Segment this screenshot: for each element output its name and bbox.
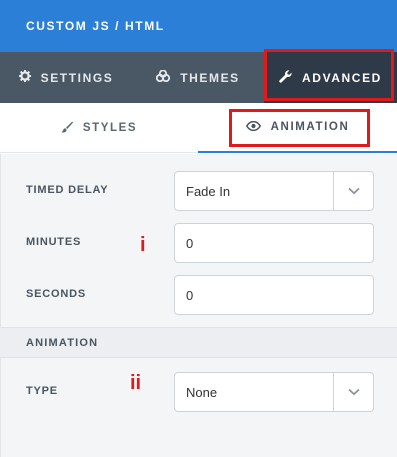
gear-icon	[18, 70, 41, 85]
timed-delay-label: TIMED DELAY	[26, 184, 109, 196]
tab-animation[interactable]: ANIMATION	[198, 103, 397, 153]
main-tab-bar: SETTINGS THEMES ADVANCED	[0, 52, 397, 103]
section-title: ANIMATION	[26, 337, 99, 349]
chevron-down-icon[interactable]	[333, 373, 373, 411]
tab-themes-label: THEMES	[180, 70, 240, 85]
sub-tab-bar: STYLES ANIMATION	[0, 103, 397, 153]
animation-section-header: ANIMATION	[0, 327, 397, 358]
seconds-input[interactable]: 0	[174, 275, 374, 315]
animation-type-value: None	[186, 384, 218, 400]
palette-icon	[156, 69, 180, 85]
seconds-label: SECONDS	[26, 288, 86, 300]
tab-settings[interactable]: SETTINGS	[0, 52, 132, 103]
timed-delay-select[interactable]: Fade In	[174, 171, 374, 211]
app-header: CUSTOM JS / HTML	[0, 0, 397, 52]
timed-delay-value: Fade In	[186, 183, 231, 199]
page-title: CUSTOM JS / HTML	[26, 19, 165, 33]
eye-icon	[245, 120, 271, 134]
annotation-ii: ii	[130, 372, 142, 394]
tab-animation-label: ANIMATION	[270, 121, 350, 133]
tab-advanced-label: ADVANCED	[302, 70, 382, 85]
chevron-down-icon[interactable]	[333, 172, 373, 210]
animation-type-select[interactable]: None	[174, 372, 374, 412]
wrench-icon	[279, 69, 302, 86]
minutes-label: MINUTES	[26, 236, 82, 248]
type-label: TYPE	[26, 385, 58, 397]
brush-icon	[61, 121, 83, 136]
tab-settings-label: SETTINGS	[40, 70, 114, 85]
seconds-value: 0	[186, 287, 194, 303]
tab-advanced[interactable]: ADVANCED	[264, 52, 397, 103]
annotation-i: i	[140, 234, 146, 256]
tab-themes[interactable]: THEMES	[132, 52, 264, 103]
tab-styles[interactable]: STYLES	[0, 103, 198, 153]
minutes-input[interactable]: 0	[174, 223, 374, 263]
tab-styles-label: STYLES	[82, 122, 138, 134]
minutes-value: 0	[186, 235, 194, 251]
